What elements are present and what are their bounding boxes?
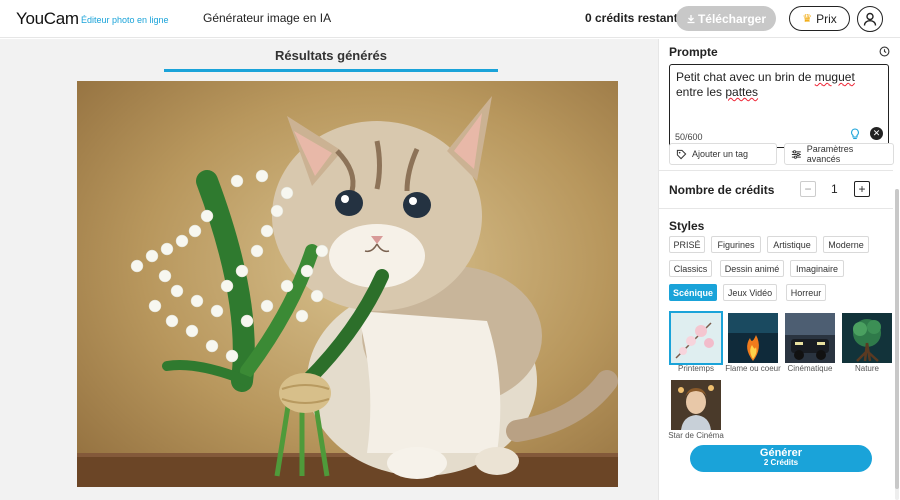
youcam-logo[interactable]: YouCam [16, 9, 79, 29]
style-thumb-label: Flame ou coeur [725, 364, 781, 373]
style-thumb-label: Printemps [677, 364, 714, 373]
style-chip-horreur[interactable]: Horreur [786, 284, 826, 301]
top-bar: YouCam Éditeur photo en ligne Générateur… [0, 0, 900, 38]
style-chip-moderne[interactable]: Moderne [823, 236, 869, 253]
style-chip-scenique[interactable]: Scénique [669, 284, 717, 301]
crown-icon: ♛ [802, 13, 813, 25]
divider [659, 208, 893, 209]
credits-label: Nombre de crédits [669, 183, 775, 197]
style-thumb-label: Cinématique [787, 364, 833, 373]
user-account-button[interactable] [857, 6, 883, 32]
generate-cost: 2 Crédits [763, 458, 799, 467]
style-thumb-label: Star de Cinéma [668, 431, 724, 440]
style-chip-imaginaire[interactable]: Imaginaire [790, 260, 844, 277]
prompt-text: Petit chat avec un brin de muguet entre … [676, 70, 855, 99]
thumb-image [785, 313, 835, 363]
download-button[interactable]: Télécharger [676, 6, 776, 31]
advanced-settings-button[interactable]: Paramètres avancés [784, 143, 894, 165]
char-count: 50/600 [675, 132, 703, 142]
style-chip-classics[interactable]: Classics [669, 260, 712, 277]
tab-generated-results[interactable]: Résultats générés [164, 39, 498, 72]
divider [659, 170, 893, 171]
price-label: Prix [816, 11, 837, 26]
thumb-image [671, 380, 721, 430]
prompt-text-part: Petit chat avec un brin de [676, 70, 815, 84]
panel-scrollbar-thumb[interactable] [895, 189, 899, 489]
sliders-icon [791, 149, 801, 159]
credits-remaining: 0 crédits restants [585, 11, 685, 25]
style-thumb-label: Nature [854, 364, 879, 373]
style-chip-dessin-anime[interactable]: Dessin animé [720, 260, 784, 277]
plus-icon[interactable]: + [854, 181, 870, 197]
tag-icon [676, 149, 687, 159]
prompt-label: Prompte [669, 45, 718, 59]
thumb-image [671, 313, 721, 363]
nav-ai-image-generator[interactable]: Générateur image en IA [203, 11, 331, 25]
style-chip-artistique[interactable]: Artistique [767, 236, 817, 253]
price-button[interactable]: ♛ Prix [789, 6, 850, 31]
results-area: Résultats générés [0, 39, 658, 500]
tab-active-indicator [164, 69, 498, 72]
credits-value: 1 [831, 182, 838, 196]
style-thumb-flame[interactable] [728, 313, 778, 363]
prompt-text-flagged: muguet [814, 70, 855, 84]
history-icon[interactable] [879, 46, 890, 57]
style-thumb-nature[interactable] [842, 313, 892, 363]
style-thumb-printemps[interactable] [669, 311, 723, 365]
style-thumb-cinematique[interactable] [785, 313, 835, 363]
kitten-lily-illustration [77, 96, 618, 487]
generate-button[interactable]: Générer 2 Crédits [690, 445, 872, 472]
thumb-image [842, 313, 892, 363]
thumb-image [728, 313, 778, 363]
style-chip-jeux-video[interactable]: Jeux Vidéo [723, 284, 777, 301]
style-thumb-star-cinema[interactable] [671, 380, 721, 430]
settings-panel: Prompte Petit chat avec un brin de mugue… [658, 39, 900, 500]
generated-image[interactable] [77, 81, 618, 487]
logo-subtitle[interactable]: Éditeur photo en ligne [81, 15, 169, 25]
add-tag-button[interactable]: Ajouter un tag [669, 143, 777, 165]
prompt-text-part: entre les [676, 85, 726, 99]
user-icon [863, 12, 877, 26]
add-tag-label: Ajouter un tag [692, 149, 749, 159]
download-icon [687, 14, 695, 23]
advanced-settings-label: Paramètres avancés [806, 144, 854, 164]
minus-icon[interactable]: − [800, 181, 816, 197]
style-chip-prise[interactable]: PRISÉ [669, 236, 705, 253]
styles-label: Styles [669, 219, 705, 233]
clear-icon[interactable]: ✕ [870, 127, 883, 140]
download-label: Télécharger [697, 11, 767, 26]
prompt-text-flagged: pattes [725, 85, 759, 99]
lightbulb-icon[interactable] [848, 127, 862, 141]
style-chip-figurines[interactable]: Figurines [711, 236, 761, 253]
